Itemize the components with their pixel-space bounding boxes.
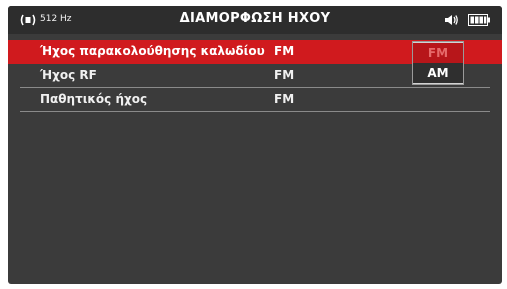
setting-value: FM <box>274 44 295 58</box>
setting-value: FM <box>274 92 295 106</box>
modulation-dropdown[interactable]: FM AM <box>412 41 464 85</box>
setting-value: FM <box>274 68 295 82</box>
setting-label: Ήχος RF <box>40 68 97 82</box>
device-screen: 512 Hz ΔΙΑΜΟΡΦΩΣΗ ΗΧΟΥ Ήχος παρακολούθησ… <box>8 6 502 284</box>
status-bar: 512 Hz ΔΙΑΜΟΡΦΩΣΗ ΗΧΟΥ <box>8 6 502 34</box>
setting-label: Παθητικός ήχος <box>40 92 148 106</box>
setting-label: Ήχος παρακολούθησης καλωδίου <box>40 44 265 58</box>
speaker-icon <box>445 15 458 25</box>
dropdown-option-fm[interactable]: FM <box>413 43 463 63</box>
row-divider <box>20 111 490 112</box>
battery-icon <box>468 14 490 26</box>
setting-row-passive-tone[interactable]: Παθητικός ήχος FM <box>8 88 502 112</box>
page-title: ΔΙΑΜΟΡΦΩΣΗ ΗΧΟΥ <box>179 11 331 26</box>
dropdown-option-am[interactable]: AM <box>413 63 463 83</box>
